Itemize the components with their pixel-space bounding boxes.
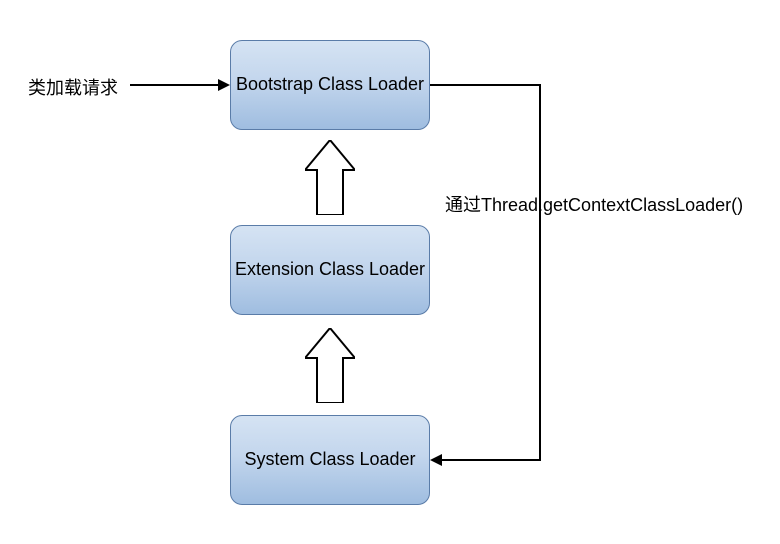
system-label: System Class Loader xyxy=(244,448,415,471)
hollow-arrow-up-1 xyxy=(305,140,355,215)
request-label: 类加载请求 xyxy=(28,74,118,100)
bootstrap-label: Bootstrap Class Loader xyxy=(236,73,424,96)
context-connector xyxy=(430,80,560,470)
extension-box: Extension Class Loader xyxy=(230,225,430,315)
system-box: System Class Loader xyxy=(230,415,430,505)
request-arrow xyxy=(130,75,230,95)
bootstrap-box: Bootstrap Class Loader xyxy=(230,40,430,130)
hollow-arrow-up-2 xyxy=(305,328,355,403)
extension-label: Extension Class Loader xyxy=(235,258,425,281)
